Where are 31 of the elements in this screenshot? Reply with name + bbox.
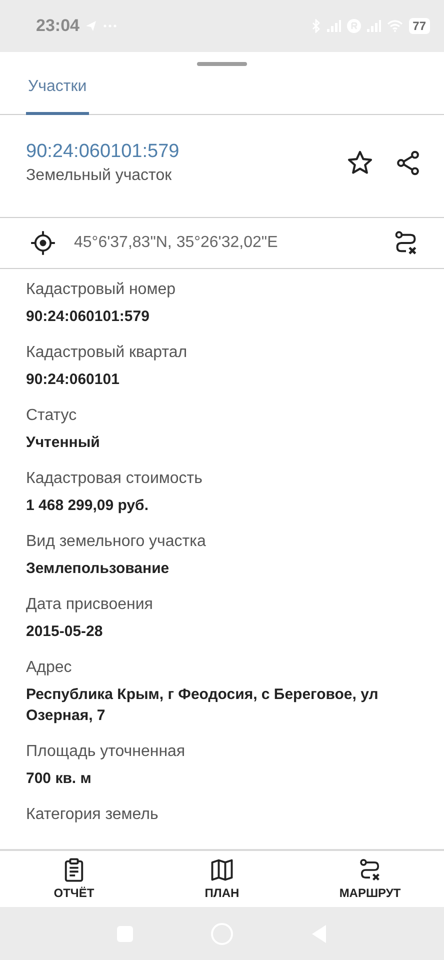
field-value: 2015-05-28: [26, 622, 104, 642]
field-value: 1 468 299,09 руб.: [26, 496, 150, 516]
field-value: Учтенный: [26, 432, 101, 452]
field-value: 90:24:060101: [26, 370, 120, 390]
field-label: Дата присвоения: [26, 596, 154, 614]
star-icon[interactable]: [346, 148, 374, 176]
status-time: 23:04: [36, 16, 80, 36]
field-label: Кадастровый номер: [26, 280, 176, 298]
field-value: Республика Крым, г Феодосия, с Береговое, ул Озерная, 7: [26, 684, 380, 726]
field-label: Категория земель: [26, 806, 160, 824]
nav-button[interactable]: ПЛАН: [148, 851, 296, 907]
tab[interactable]: Участки: [26, 68, 89, 115]
share-icon[interactable]: [394, 148, 422, 176]
map-icon: [209, 857, 235, 883]
parcel-number: 90:24:060101:579: [26, 140, 180, 162]
drag-handle[interactable]: [197, 62, 247, 66]
location-target-icon[interactable]: [30, 230, 56, 256]
field-label: Кадастровая стоимость: [26, 470, 204, 488]
battery-level: 77: [408, 18, 430, 34]
field-label: Площадь уточненная: [26, 742, 186, 760]
field-label: Адрес: [26, 658, 73, 676]
coordinates-text: 45°6'37,83"N, 35°26'32,02"E: [74, 234, 279, 252]
nav-button[interactable]: МАРШРУТ: [296, 851, 444, 907]
field-label: Кадастровый квартал: [26, 344, 188, 362]
parcel-type: Земельный участок: [26, 166, 173, 184]
nav-button[interactable]: ОТЧЁТ: [0, 851, 148, 907]
field-label: Статус: [26, 406, 78, 424]
field-value: Землепользование: [26, 558, 170, 578]
field-label: Вид земельного участка: [26, 532, 207, 550]
field-value: 90:24:060101:579: [26, 306, 150, 326]
field-value: 700 кв. м: [26, 768, 92, 788]
